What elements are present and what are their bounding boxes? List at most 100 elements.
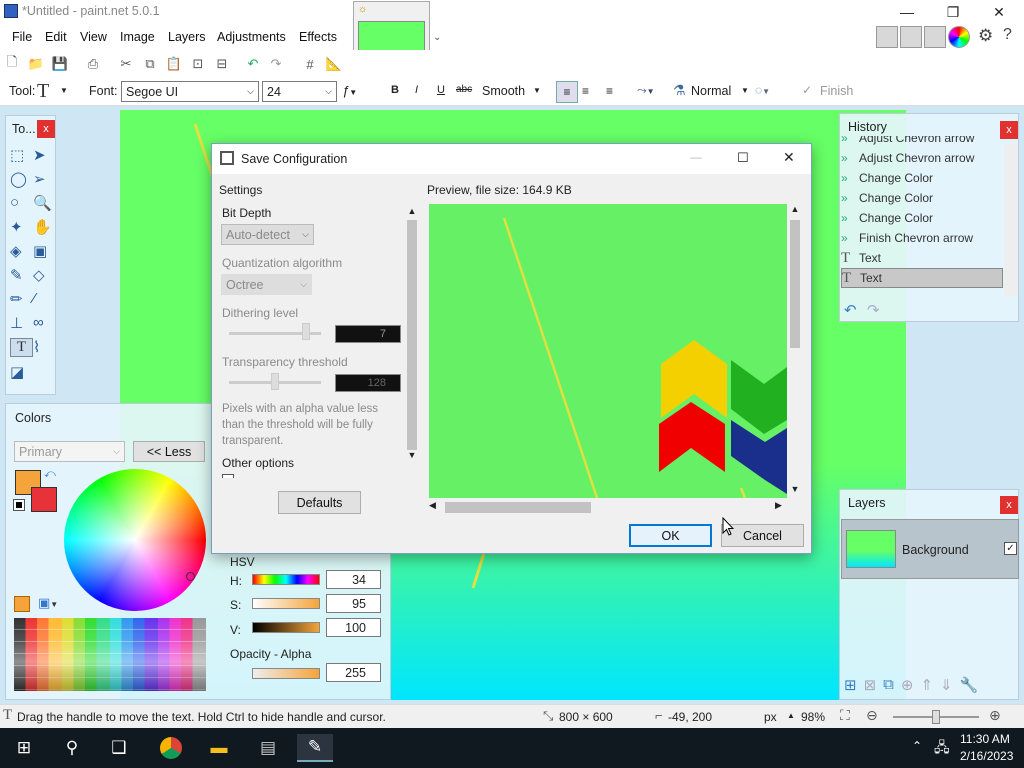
quantization-select[interactable]: Octree ⌵ [221,274,312,295]
ok-button[interactable]: OK [629,524,712,547]
menu-view[interactable]: View [80,30,107,44]
hue-input[interactable]: 34 [326,570,381,589]
saturation-slider[interactable] [252,598,320,609]
align-left-icon[interactable]: ≡ [556,81,578,103]
scroll-thumb[interactable] [445,502,591,513]
cut-icon[interactable]: ✂ [118,56,134,72]
gradient-icon[interactable]: ▣ [33,242,56,260]
zoom-out-icon[interactable]: ⊖ [866,707,878,724]
ruler-icon[interactable]: 📐 [326,56,342,72]
history-item[interactable]: » Adjust Chevron arrow [841,148,1003,168]
transparency-input[interactable]: 128 [335,374,401,392]
redo-icon[interactable]: ↷ [268,56,284,72]
dialog-close-button[interactable]: ✕ [783,149,795,166]
antialias-dropdown-icon[interactable]: ▼ [533,86,541,95]
move-selection-alt-icon[interactable]: ➢ [33,170,56,188]
chrome-icon[interactable] [153,734,189,762]
history-item[interactable]: » Change Color [841,168,1003,188]
open-folder-icon[interactable]: 📁 [28,56,44,72]
pencil-icon[interactable]: ✏ [10,290,33,308]
duplicate-layer-icon[interactable]: ⧉ [883,676,894,694]
strikethrough-icon[interactable]: abc [456,84,472,95]
line-curve-icon[interactable]: ⌇ [33,338,56,357]
new-file-icon[interactable]: 🗋 [4,54,20,72]
move-layer-up-icon[interactable]: ⇑ [920,676,933,694]
ellipse-select-icon[interactable]: ○ [10,194,33,212]
scroll-down-icon[interactable]: ▼ [788,484,802,498]
menu-edit[interactable]: Edit [45,30,67,44]
paintbrush-icon[interactable]: ✎ [10,266,33,284]
merge-layer-icon[interactable]: ⊕ [901,676,914,694]
value-slider[interactable] [252,622,320,633]
clock-date[interactable]: 2/16/2023 [960,749,1013,763]
clock-time[interactable]: 11:30 AM [960,732,1010,746]
zoom-slider-thumb[interactable] [932,710,940,724]
dialog-minimize-button[interactable]: — [690,150,702,164]
scroll-right-icon[interactable]: ▶ [775,500,787,511]
color-wheel-handle[interactable] [186,572,195,581]
history-item[interactable]: » Change Color [841,188,1003,208]
history-redo-icon[interactable]: ↷ [867,301,880,319]
opacity-slider[interactable] [252,668,320,679]
history-undo-icon[interactable]: ↶ [844,301,857,319]
color-picker-icon[interactable]: ⁄ [33,290,56,308]
scroll-down-icon[interactable]: ▼ [405,450,419,464]
file-explorer-icon[interactable]: ▬ [201,734,237,762]
text-tool-icon[interactable]: T [37,80,49,103]
fill-mode-icon[interactable]: ⤳▼ [637,83,655,98]
settings-scrollbar[interactable]: ▲ ▼ [405,206,419,476]
finish-button[interactable]: Finish [820,84,853,98]
tools-panel-close-icon[interactable]: x [37,120,55,138]
history-item[interactable]: » Adjust Chevron arrow [841,136,1003,148]
tool-dropdown-icon[interactable]: ▼ [60,86,68,95]
zoom-to-window-icon[interactable]: ⛶ [840,707,850,724]
settings-gear-icon[interactable]: ⚙ [978,26,993,46]
rectangle-select-icon[interactable]: ⬚ [10,146,33,164]
scroll-up-icon[interactable]: ▲ [788,204,802,218]
eraser-icon[interactable]: ◇ [33,266,56,284]
dithering-slider-thumb[interactable] [302,323,310,340]
history-item[interactable]: » Finish Chevron arrow [841,228,1003,248]
dithering-input[interactable]: 7 [335,325,401,343]
delete-layer-icon[interactable]: ⊠ [864,676,877,694]
transparency-slider-thumb[interactable] [271,373,279,390]
tools-toggle-icon[interactable] [876,26,898,48]
bit-depth-select[interactable]: Auto-detect ⌵ [221,224,314,245]
task-view-icon[interactable]: ❑ [101,734,137,762]
text-tool-panel-icon[interactable]: T [10,338,33,357]
scroll-thumb[interactable] [407,220,417,450]
history-item[interactable]: T Text [841,248,1003,268]
history-toggle-icon[interactable] [900,26,922,48]
opacity-input[interactable]: 255 [326,663,381,682]
layers-toggle-icon[interactable] [924,26,946,48]
hue-slider[interactable] [252,574,320,585]
align-center-icon[interactable]: ≡ [582,84,589,98]
secondary-color-swatch[interactable] [31,487,57,512]
zoom-in-icon[interactable]: ⊕ [989,707,1001,724]
shapes-icon[interactable]: ◪ [10,363,33,381]
color-mode-select[interactable]: Primary ⌵ [14,441,125,462]
start-button-icon[interactable]: ⊞ [6,734,42,762]
layers-panel-close-icon[interactable]: x [1000,496,1018,514]
preview-horizontal-scrollbar[interactable]: ◀ ▶ [429,500,787,513]
history-scrollbar[interactable] [1004,144,1018,296]
undo-icon[interactable]: ↶ [245,56,261,72]
move-selection-icon[interactable]: ➤ [33,146,56,164]
grid-icon[interactable]: # [302,56,318,72]
history-item-selected[interactable]: T Text [841,268,1003,288]
underline-icon[interactable]: U [437,84,445,96]
layer-visibility-checkbox[interactable]: ✓ [1004,542,1017,555]
align-right-icon[interactable]: ≡ [606,84,613,98]
saturation-input[interactable]: 95 [326,594,381,613]
tab-dropdown-icon[interactable]: ⌄ [433,32,441,43]
color-wheel[interactable] [64,469,206,611]
blend-dropdown-icon[interactable]: ▼ [741,86,749,95]
selection-clip-icon[interactable]: ◌▼ [755,83,770,97]
menu-effects[interactable]: Effects [299,30,337,44]
paste-icon[interactable]: 📋 [166,56,182,72]
blend-mode-select[interactable]: Normal [691,84,731,98]
defaults-button[interactable]: Defaults [278,491,361,514]
italic-icon[interactable]: I [415,84,418,96]
preview-vertical-scrollbar[interactable]: ▲ ▼ [788,204,802,498]
menu-layers[interactable]: Layers [168,30,206,44]
